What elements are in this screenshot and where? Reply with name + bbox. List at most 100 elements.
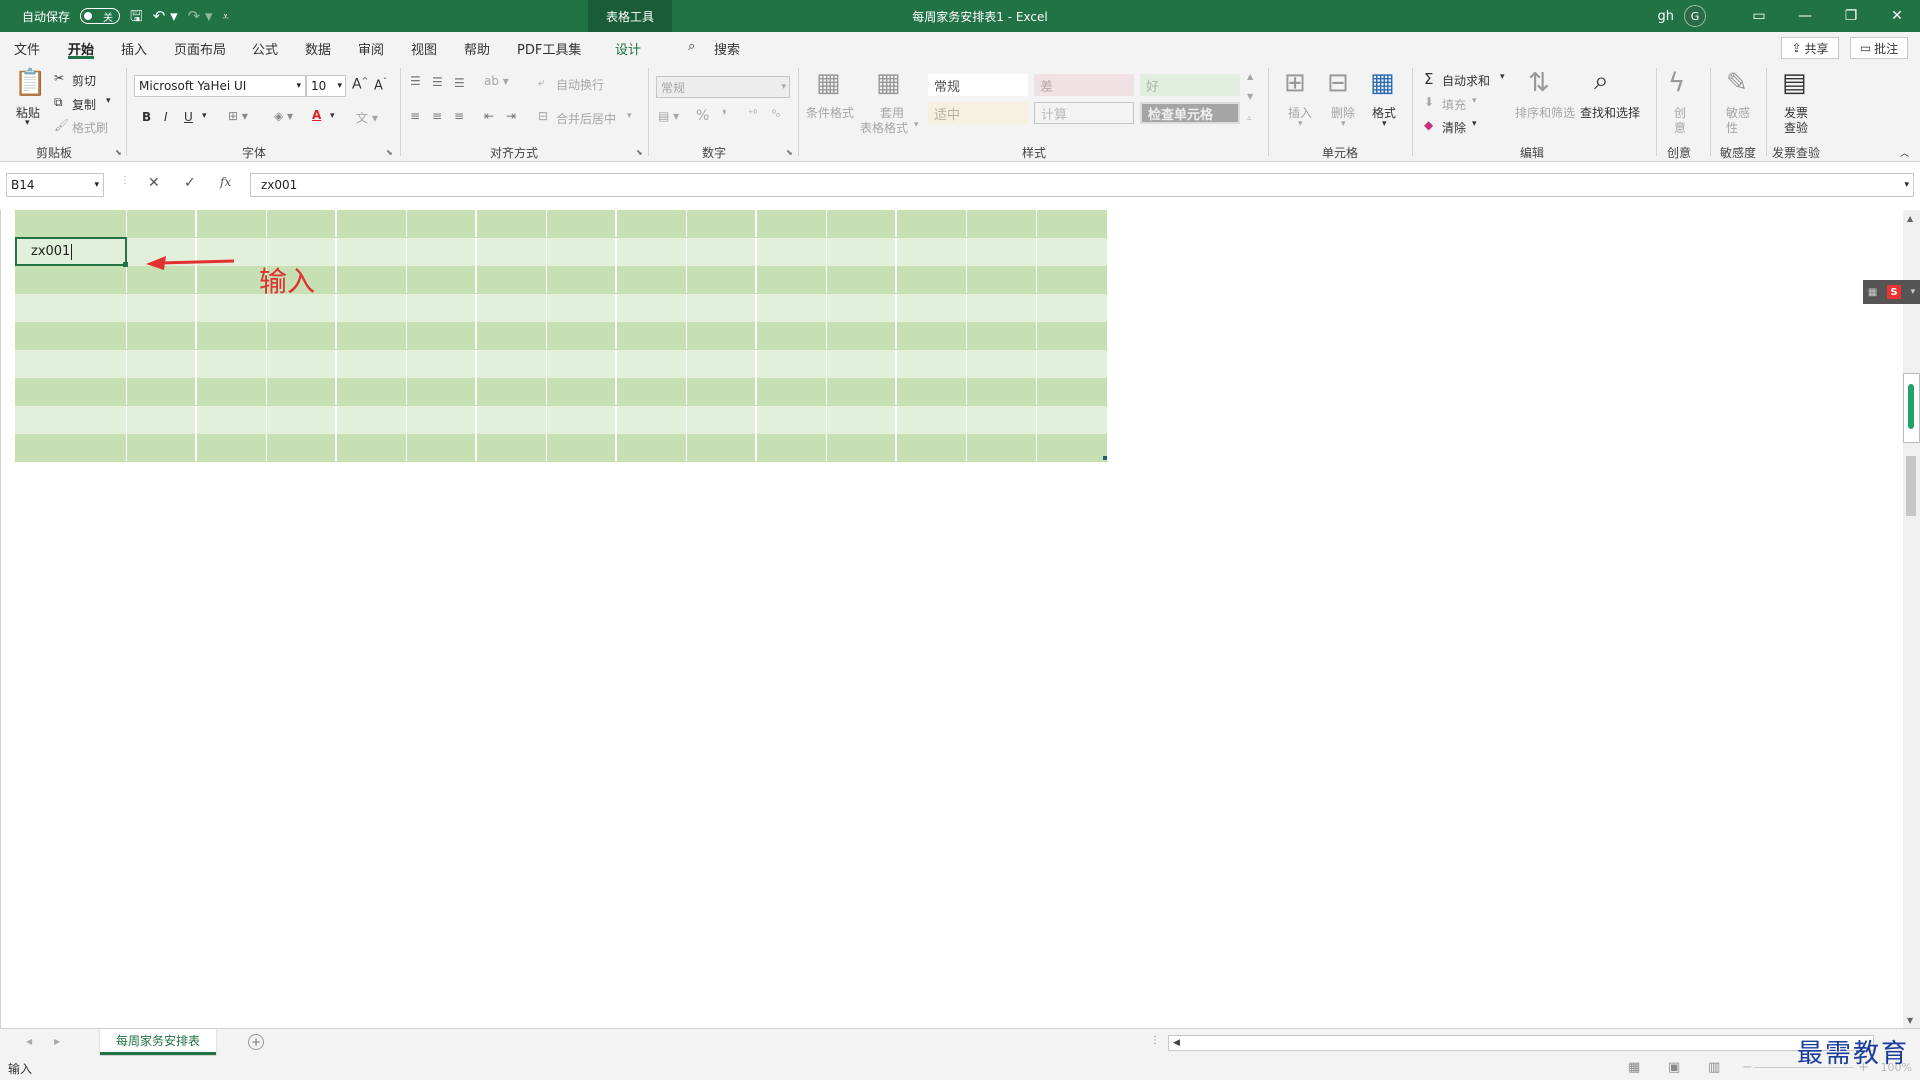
sort-filter-button[interactable]: 排序和筛选 (1515, 104, 1575, 121)
table-cell[interactable] (1037, 266, 1108, 293)
insert-function-icon[interactable]: fx (220, 175, 231, 189)
table-cell[interactable] (687, 378, 757, 405)
paste-dropdown-icon[interactable]: ▾ (25, 118, 30, 128)
table-cell[interactable] (337, 350, 407, 377)
table-cell[interactable] (1037, 210, 1108, 237)
table-cell[interactable] (1037, 322, 1108, 349)
style-check-cell[interactable]: 检查单元格 (1140, 102, 1240, 124)
italic-icon[interactable]: I (164, 110, 168, 124)
font-name-select[interactable]: Microsoft YaHei UI ▾ (134, 75, 306, 97)
find-select-icon[interactable]: ⌕ (1594, 66, 1609, 97)
fill-button[interactable]: 填充 (1442, 96, 1466, 113)
table-cell[interactable] (15, 322, 127, 349)
decrease-indent-icon[interactable]: ⇤ (484, 109, 494, 123)
cut-button[interactable]: 剪切 (72, 72, 96, 89)
table-cell[interactable] (267, 322, 337, 349)
table-cell[interactable] (127, 406, 197, 433)
style-calculation[interactable]: 计算 (1034, 102, 1134, 124)
copy-button[interactable]: 复制 (72, 96, 96, 113)
number-launcher-icon[interactable]: ⬊ (786, 148, 793, 157)
font-color-dropdown-icon[interactable]: ▾ (330, 111, 335, 121)
table-cell[interactable] (617, 350, 687, 377)
wrap-text-icon[interactable]: ⤶ (538, 75, 545, 90)
table-cell[interactable] (827, 294, 897, 321)
font-size-select[interactable]: 10 ▾ (306, 75, 346, 97)
table-cell[interactable] (827, 322, 897, 349)
merge-center-icon[interactable]: ⊟ (538, 109, 548, 123)
table-cell[interactable] (477, 378, 547, 405)
borders-icon[interactable]: ⊞ ▾ (228, 109, 248, 123)
table-cell[interactable] (757, 266, 827, 293)
table-cell[interactable] (407, 210, 477, 237)
fill-icon[interactable]: ⬇ (1424, 95, 1434, 109)
tab-formulas[interactable]: 公式 (252, 39, 278, 58)
orientation-icon[interactable]: ab ▾ (484, 74, 509, 88)
table-cell[interactable] (1037, 406, 1108, 433)
table-cell[interactable] (1037, 238, 1108, 265)
search-label[interactable]: 搜索 (714, 39, 740, 58)
next-sheet-icon[interactable]: ▶ (54, 1037, 60, 1046)
worksheet[interactable]: zx001 输入 (0, 210, 1900, 1028)
format-as-table-line2[interactable]: 表格格式 (860, 119, 908, 136)
fill-handle[interactable] (123, 262, 128, 267)
cancel-icon[interactable]: ✕ (148, 175, 160, 191)
sort-filter-icon[interactable]: ⇅ (1528, 68, 1550, 98)
format-dropdown-icon[interactable]: ▾ (1382, 119, 1387, 129)
delete-cells-icon[interactable]: ⊟ (1327, 68, 1349, 98)
table-cell[interactable] (967, 322, 1037, 349)
fill-dropdown-icon[interactable]: ▾ (1472, 96, 1477, 106)
tab-page-layout[interactable]: 页面布局 (174, 39, 226, 58)
ime-s-icon[interactable]: S (1886, 285, 1901, 299)
table-row[interactable] (15, 434, 1108, 462)
scroll-down-icon[interactable]: ▼ (1907, 1016, 1913, 1025)
table-cell[interactable] (267, 434, 337, 461)
table-cell[interactable] (337, 294, 407, 321)
table-cell[interactable] (15, 294, 127, 321)
table-cell[interactable] (827, 434, 897, 461)
fill-color-icon[interactable]: ◈ ▾ (274, 109, 293, 123)
customize-qat-icon[interactable]: ⩡ (223, 11, 229, 22)
table-cell[interactable] (687, 294, 757, 321)
table-cell[interactable] (827, 266, 897, 293)
table-cell[interactable] (337, 378, 407, 405)
table-cell[interactable] (407, 238, 477, 265)
tab-design[interactable]: 设计 (615, 39, 641, 58)
font-color-icon[interactable]: A (312, 108, 321, 122)
percent-icon[interactable]: % (696, 108, 709, 124)
prev-sheet-icon[interactable]: ◀ (26, 1037, 32, 1046)
alignment-launcher-icon[interactable]: ⬊ (636, 148, 643, 157)
font-launcher-icon[interactable]: ⬊ (386, 148, 393, 157)
tab-review[interactable]: 审阅 (358, 39, 384, 58)
table-cell[interactable] (197, 210, 267, 237)
find-select-button[interactable]: 查找和选择 (1580, 104, 1640, 121)
table-cell[interactable] (337, 434, 407, 461)
sensitivity-icon[interactable]: ✎ (1726, 68, 1748, 98)
format-cells-icon[interactable]: ▦ (1370, 68, 1395, 98)
underline-dropdown-icon[interactable]: ▾ (202, 111, 207, 121)
table-cell[interactable] (617, 378, 687, 405)
table-cell[interactable] (827, 350, 897, 377)
table-cell[interactable] (337, 322, 407, 349)
table-cell[interactable] (407, 406, 477, 433)
table-row[interactable] (15, 210, 1108, 238)
table-cell[interactable] (407, 266, 477, 293)
styles-scroll-down-icon[interactable]: ▼ (1247, 92, 1253, 101)
invoice-button-line2[interactable]: 查验 (1784, 119, 1808, 136)
vertical-scrollbar[interactable]: ▲ ▼ (1903, 210, 1920, 1028)
table-cell[interactable] (127, 378, 197, 405)
table-cell[interactable] (337, 238, 407, 265)
table-cell[interactable] (757, 378, 827, 405)
merge-center-button[interactable]: 合并后居中 (556, 110, 616, 127)
search-icon[interactable]: ⌕ (688, 39, 695, 54)
wrap-text-button[interactable]: 自动换行 (556, 76, 604, 93)
add-sheet-button[interactable]: + (248, 1034, 264, 1050)
table-cell[interactable] (547, 378, 617, 405)
share-button[interactable]: ⇪ 共享 (1781, 37, 1839, 59)
banded-table[interactable] (15, 210, 1108, 462)
autosum-button[interactable]: 自动求和 (1442, 72, 1490, 89)
phonetic-icon[interactable]: 文 ▾ (356, 109, 378, 126)
merge-dropdown-icon[interactable]: ▾ (627, 111, 632, 121)
name-box[interactable]: B14 ▾ (6, 173, 104, 197)
table-cell[interactable] (547, 238, 617, 265)
autosave-toggle[interactable]: 关 (80, 8, 121, 24)
